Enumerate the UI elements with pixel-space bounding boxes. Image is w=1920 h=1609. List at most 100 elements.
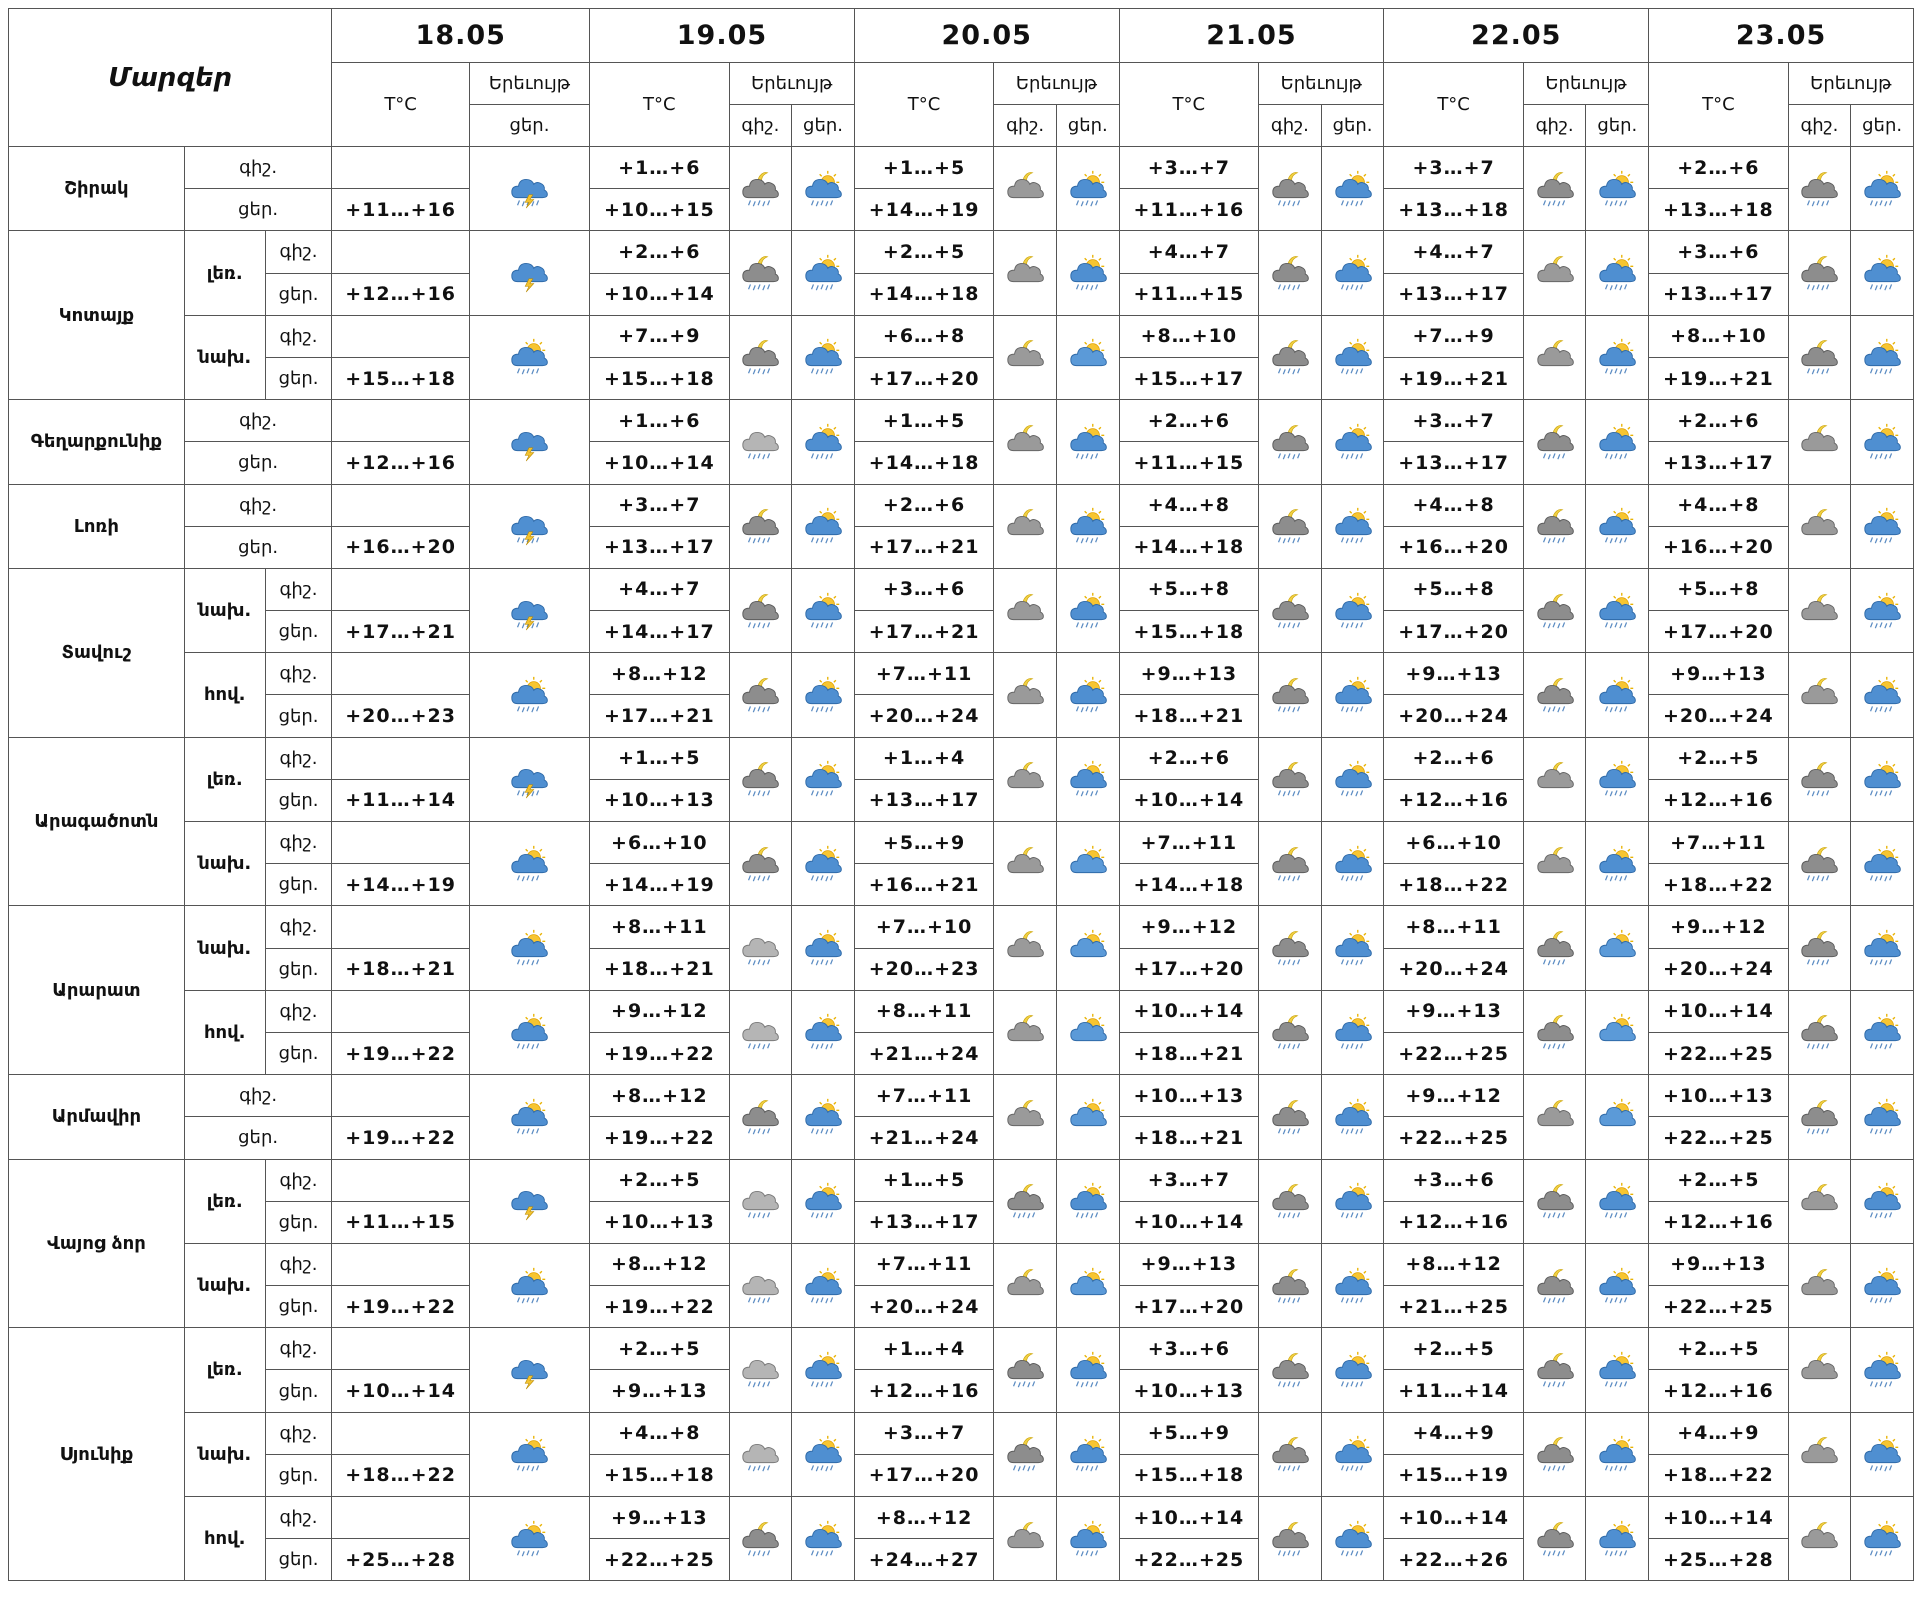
- temp-day: +24…+27: [853, 1538, 995, 1582]
- cloud-rain-icon: [742, 1275, 780, 1303]
- moon-cloud-rain-icon: [1801, 762, 1839, 797]
- weather-icon-cell: [728, 1158, 793, 1244]
- temp-night: +2…+6: [1648, 399, 1789, 443]
- moon-cloud-rain-icon: [742, 678, 780, 713]
- sun-cloud-rain-icon: [1599, 170, 1637, 207]
- temp-night: +3…+6: [853, 567, 995, 612]
- temp-night: +2…+5: [589, 1327, 730, 1371]
- weather-icon-cell: [1522, 483, 1587, 569]
- temp-day: +20…+24: [853, 694, 995, 738]
- temp-night: +1…+6: [589, 399, 730, 443]
- temp-day: +10…+14: [1118, 778, 1260, 823]
- weather-icon-cell: [468, 989, 591, 1076]
- moon-cloud-rain-icon: [1272, 846, 1309, 882]
- temp-night: +2…+5: [1383, 1327, 1524, 1371]
- weather-icon-cell: [1522, 399, 1587, 485]
- weather-icon-cell: [1585, 652, 1650, 738]
- moon-cloud-rain-icon: [1272, 1099, 1309, 1135]
- weather-icon-cell: [1258, 399, 1322, 485]
- weather-icon-cell: [993, 399, 1057, 485]
- temp-day: +19…+22: [589, 1285, 730, 1329]
- weather-icon-cell: [468, 314, 591, 401]
- weather-icon-cell: [468, 1411, 591, 1498]
- weather-icon-cell: [1850, 567, 1914, 654]
- time-of-day-day: ցեր.: [264, 778, 333, 823]
- weather-icon-cell: [728, 1411, 793, 1498]
- temp-night: +9…+13: [1118, 1242, 1260, 1287]
- time-of-day-day: ցեր.: [264, 863, 333, 907]
- table-row: Արմավիր գիշ. +8…+12 +7…+11 +10…+13 +9…+12 +10……: [8, 1074, 1914, 1160]
- region-name: Արագածոտն: [8, 736, 185, 907]
- weather-icon-cell: [993, 736, 1057, 823]
- weather-icon-cell: [1258, 905, 1322, 991]
- temp-day: +22…+26: [1383, 1538, 1524, 1582]
- moon-cloud-icon: [1801, 593, 1839, 620]
- temp-day: +10…+13: [589, 1200, 730, 1244]
- temp-night: +7…+11: [853, 1074, 995, 1118]
- cloud-lightning-icon: [511, 1191, 549, 1221]
- temp-day: +20…+24: [1383, 947, 1524, 991]
- sun-cloud-rain-icon: [1599, 761, 1637, 797]
- weather-icon-cell: [1320, 567, 1385, 654]
- sun-cloud-icon: [1070, 339, 1107, 367]
- sun-cloud-rain-icon: [1334, 508, 1372, 544]
- moon-cloud-rain-icon: [1272, 1521, 1309, 1557]
- weather-icon-cell: [993, 1411, 1057, 1498]
- time-of-day-day: ցեր.: [183, 441, 333, 485]
- subregion-label: նախ.: [183, 314, 266, 401]
- day-header: ցեր.: [1585, 104, 1650, 147]
- moon-cloud-icon: [1007, 678, 1044, 705]
- temp-night: +6…+10: [589, 820, 730, 865]
- moon-cloud-rain-icon: [1007, 1353, 1044, 1388]
- table-row: հով. գիշ. +9…+12 +8…+11 +10…+14 +9…+13 +10…+14: [9, 989, 1914, 1076]
- weather-icon-cell: [468, 820, 591, 907]
- subregion-label: լեռ.: [183, 1327, 266, 1413]
- temp-day: +11…+14: [1383, 1369, 1524, 1413]
- weather-icon-cell: [791, 989, 855, 1076]
- weather-icon-cell: [1585, 483, 1650, 569]
- temp-day: +12…+16: [1648, 778, 1789, 823]
- phenomenon-header: Երեւույթ: [1787, 62, 1915, 105]
- sun-cloud-rain-icon: [1864, 1183, 1901, 1219]
- temp-day: +19…+21: [1383, 356, 1524, 401]
- weather-icon-cell: [1787, 1327, 1852, 1413]
- sun-cloud-rain-icon: [1334, 1351, 1372, 1388]
- temp-day: +17…+21: [853, 525, 995, 569]
- phenomenon-header: Երեւույթ: [1258, 62, 1385, 105]
- sun-cloud-rain-icon: [1070, 592, 1107, 628]
- temp-day: +13…+17: [589, 525, 730, 569]
- temp-day: +19…+22: [589, 1031, 730, 1076]
- sun-cloud-rain-icon: [805, 1520, 842, 1557]
- temp-night: +9…+13: [1118, 652, 1260, 696]
- temp-night: +7…+9: [1383, 314, 1524, 358]
- weather-icon-cell: [1850, 652, 1914, 738]
- sun-cloud-rain-icon: [1599, 254, 1637, 291]
- sun-cloud-rain-icon: [1864, 1098, 1901, 1135]
- weather-icon-cell: [791, 483, 855, 569]
- weather-icon-cell: [1787, 1074, 1852, 1160]
- weather-icon-cell: [1320, 820, 1385, 907]
- weather-icon-cell: [1522, 1411, 1587, 1498]
- moon-cloud-icon: [1007, 1099, 1044, 1126]
- table-row: նախ. գիշ. +7…+9 +6…+8 +8…+10 +7…+9 +8…+10: [9, 314, 1914, 401]
- weather-icon-cell: [1320, 1074, 1385, 1160]
- sun-cloud-rain-icon: [805, 929, 842, 966]
- weather-icon-cell: [728, 989, 793, 1076]
- temp-day: +10…+15: [589, 188, 730, 232]
- temp-day: +25…+28: [331, 1538, 470, 1582]
- weather-icon-cell: [993, 1495, 1057, 1582]
- temp-day: +18…+21: [1118, 694, 1260, 738]
- weather-icon-cell: [728, 145, 793, 232]
- weather-icon-cell: [1258, 1074, 1322, 1160]
- table-row: Վայոց ձոր լեռ. գիշ. +2…+5 +1…+5 +3…+7 +3…+6 +2……: [8, 1158, 1914, 1329]
- weather-icon-cell: [728, 652, 793, 738]
- temp-day: +25…+28: [1648, 1538, 1789, 1582]
- temp-night: +3…+7: [589, 483, 730, 527]
- sun-cloud-rain-icon: [1070, 1351, 1107, 1388]
- temp-night-empty: [331, 1242, 470, 1287]
- weather-icon-cell: [1055, 1242, 1120, 1329]
- temp-day: +13…+18: [1648, 188, 1789, 232]
- weather-icon-cell: [728, 1327, 793, 1413]
- temp-day: +11…+14: [331, 778, 470, 823]
- night-header: գիշ.: [993, 104, 1057, 147]
